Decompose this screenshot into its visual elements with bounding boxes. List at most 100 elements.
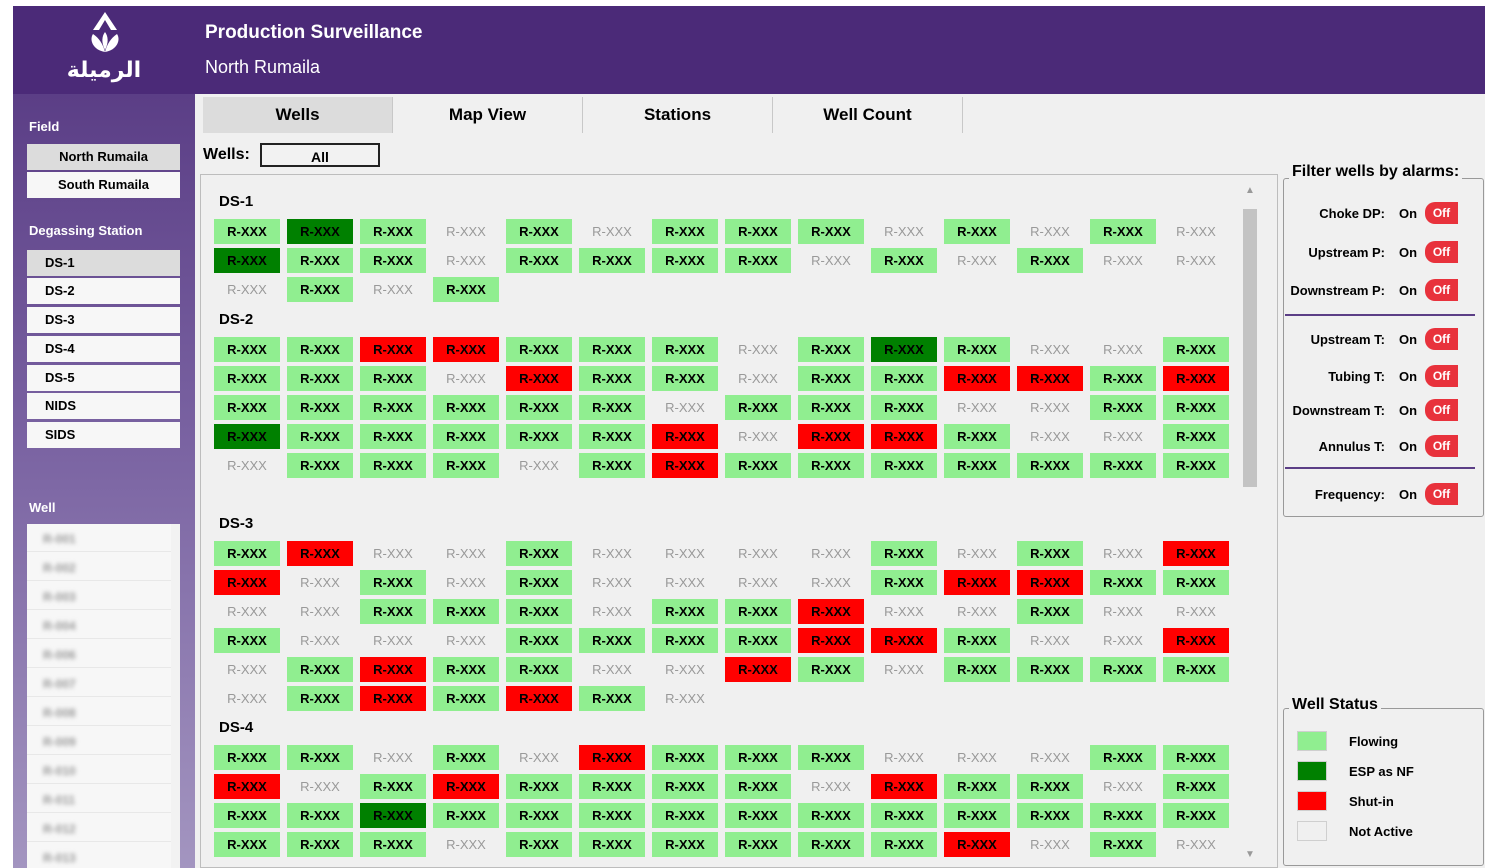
wells-filter-dropdown[interactable]: All: [260, 143, 380, 167]
well-tile[interactable]: R-XXX: [944, 395, 1010, 420]
well-tile[interactable]: R-XXX: [579, 248, 645, 273]
well-tile[interactable]: R-XXX: [944, 774, 1010, 799]
well-tile[interactable]: R-XXX: [287, 337, 353, 362]
well-tile[interactable]: R-XXX: [433, 541, 499, 566]
well-tile[interactable]: R-XXX: [214, 277, 280, 302]
well-list-item[interactable]: R-013: [27, 843, 173, 868]
well-tile[interactable]: R-XXX: [1163, 570, 1229, 595]
well-tile[interactable]: R-XXX: [1163, 599, 1229, 624]
station-ds3-button[interactable]: DS-3: [27, 307, 180, 333]
well-tile[interactable]: R-XXX: [287, 424, 353, 449]
well-tile[interactable]: R-XXX: [944, 366, 1010, 391]
well-tile[interactable]: R-XXX: [944, 219, 1010, 244]
well-tile[interactable]: R-XXX: [944, 337, 1010, 362]
well-tile[interactable]: R-XXX: [1090, 248, 1156, 273]
well-tile[interactable]: R-XXX: [1090, 803, 1156, 828]
well-tile[interactable]: R-XXX: [506, 774, 572, 799]
well-tile[interactable]: R-XXX: [1163, 628, 1229, 653]
alarm-off-toggle[interactable]: Off: [1425, 435, 1458, 457]
well-tile[interactable]: R-XXX: [944, 248, 1010, 273]
well-tile[interactable]: R-XXX: [1163, 453, 1229, 478]
station-ds2-button[interactable]: DS-2: [27, 278, 180, 304]
station-nids-button[interactable]: NIDS: [27, 393, 180, 419]
well-tile[interactable]: R-XXX: [1090, 219, 1156, 244]
well-list-item[interactable]: R-002: [27, 553, 173, 581]
well-tile[interactable]: R-XXX: [214, 570, 280, 595]
well-tile[interactable]: R-XXX: [433, 337, 499, 362]
scroll-thumb[interactable]: [1243, 209, 1257, 487]
well-tile[interactable]: R-XXX: [433, 599, 499, 624]
well-tile[interactable]: R-XXX: [725, 366, 791, 391]
well-list-item[interactable]: R-003: [27, 582, 173, 610]
well-tile[interactable]: R-XXX: [433, 248, 499, 273]
well-list-item[interactable]: R-008: [27, 698, 173, 726]
well-tile[interactable]: R-XXX: [1163, 219, 1229, 244]
alarm-on-option[interactable]: On: [1399, 403, 1417, 418]
well-tile[interactable]: R-XXX: [1017, 424, 1083, 449]
well-tile[interactable]: R-XXX: [798, 366, 864, 391]
well-tile[interactable]: R-XXX: [1090, 424, 1156, 449]
well-tile[interactable]: R-XXX: [798, 337, 864, 362]
well-tile[interactable]: R-XXX: [1163, 745, 1229, 770]
well-tile[interactable]: R-XXX: [506, 657, 572, 682]
well-list-item[interactable]: R-004: [27, 611, 173, 639]
well-tile[interactable]: R-XXX: [652, 453, 718, 478]
well-tile[interactable]: R-XXX: [360, 686, 426, 711]
well-tile[interactable]: R-XXX: [433, 277, 499, 302]
well-tile[interactable]: R-XXX: [725, 803, 791, 828]
well-tile[interactable]: R-XXX: [214, 628, 280, 653]
well-tile[interactable]: R-XXX: [506, 219, 572, 244]
well-tile[interactable]: R-XXX: [725, 599, 791, 624]
alarm-off-toggle[interactable]: Off: [1425, 328, 1458, 350]
well-tile[interactable]: R-XXX: [360, 277, 426, 302]
tab-stations[interactable]: Stations: [583, 97, 773, 133]
alarm-off-toggle[interactable]: Off: [1425, 399, 1458, 421]
station-ds5-button[interactable]: DS-5: [27, 365, 180, 391]
well-tile[interactable]: R-XXX: [360, 541, 426, 566]
well-tile[interactable]: R-XXX: [579, 599, 645, 624]
well-tile[interactable]: R-XXX: [433, 424, 499, 449]
well-tile[interactable]: R-XXX: [725, 424, 791, 449]
well-tile[interactable]: R-XXX: [725, 745, 791, 770]
well-tile[interactable]: R-XXX: [1017, 570, 1083, 595]
well-tile[interactable]: R-XXX: [725, 337, 791, 362]
well-tile[interactable]: R-XXX: [214, 453, 280, 478]
well-tile[interactable]: R-XXX: [944, 745, 1010, 770]
well-tile[interactable]: R-XXX: [1017, 366, 1083, 391]
well-tile[interactable]: R-XXX: [871, 628, 937, 653]
well-tile[interactable]: R-XXX: [360, 337, 426, 362]
well-tile[interactable]: R-XXX: [506, 424, 572, 449]
well-tile[interactable]: R-XXX: [287, 774, 353, 799]
field-south-rumaila-button[interactable]: South Rumaila: [27, 172, 180, 198]
well-tile[interactable]: R-XXX: [798, 657, 864, 682]
well-tile[interactable]: R-XXX: [360, 219, 426, 244]
well-tile[interactable]: R-XXX: [725, 395, 791, 420]
well-tile[interactable]: R-XXX: [1163, 248, 1229, 273]
well-tile[interactable]: R-XXX: [433, 686, 499, 711]
well-tile[interactable]: R-XXX: [798, 628, 864, 653]
well-tile[interactable]: R-XXX: [798, 832, 864, 857]
well-tile[interactable]: R-XXX: [287, 219, 353, 244]
well-tile[interactable]: R-XXX: [944, 628, 1010, 653]
well-tile[interactable]: R-XXX: [798, 774, 864, 799]
well-tile[interactable]: R-XXX: [506, 570, 572, 595]
well-tile[interactable]: R-XXX: [652, 337, 718, 362]
well-tile[interactable]: R-XXX: [871, 599, 937, 624]
well-list-item[interactable]: R-001: [27, 524, 173, 552]
well-tile[interactable]: R-XXX: [579, 803, 645, 828]
well-tile[interactable]: R-XXX: [652, 686, 718, 711]
well-tile[interactable]: R-XXX: [1090, 366, 1156, 391]
well-tile[interactable]: R-XXX: [433, 745, 499, 770]
alarm-off-toggle[interactable]: Off: [1425, 365, 1458, 387]
well-tile[interactable]: R-XXX: [1090, 570, 1156, 595]
well-tile[interactable]: R-XXX: [652, 599, 718, 624]
well-tile[interactable]: R-XXX: [287, 570, 353, 595]
well-tile[interactable]: R-XXX: [433, 657, 499, 682]
well-tile[interactable]: R-XXX: [579, 570, 645, 595]
well-tile[interactable]: R-XXX: [214, 219, 280, 244]
well-tile[interactable]: R-XXX: [214, 774, 280, 799]
well-list-scrollbar[interactable]: [171, 524, 180, 868]
well-tile[interactable]: R-XXX: [798, 453, 864, 478]
well-tile[interactable]: R-XXX: [579, 541, 645, 566]
alarm-off-toggle[interactable]: Off: [1425, 241, 1458, 263]
